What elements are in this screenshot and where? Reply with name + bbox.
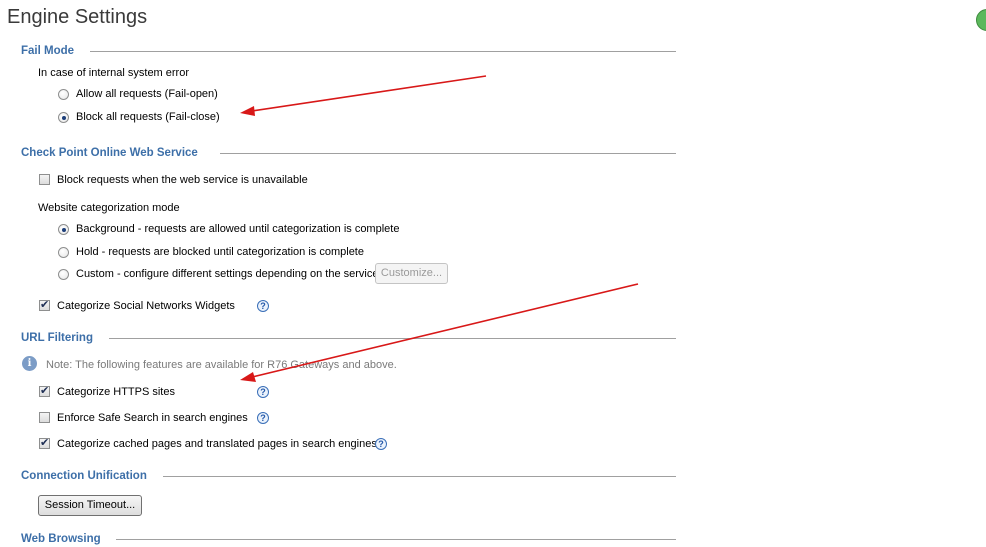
annotation-arrows	[240, 75, 639, 382]
annotation-arrow-https	[240, 283, 639, 382]
annotation-arrow-fail-close	[240, 75, 487, 116]
